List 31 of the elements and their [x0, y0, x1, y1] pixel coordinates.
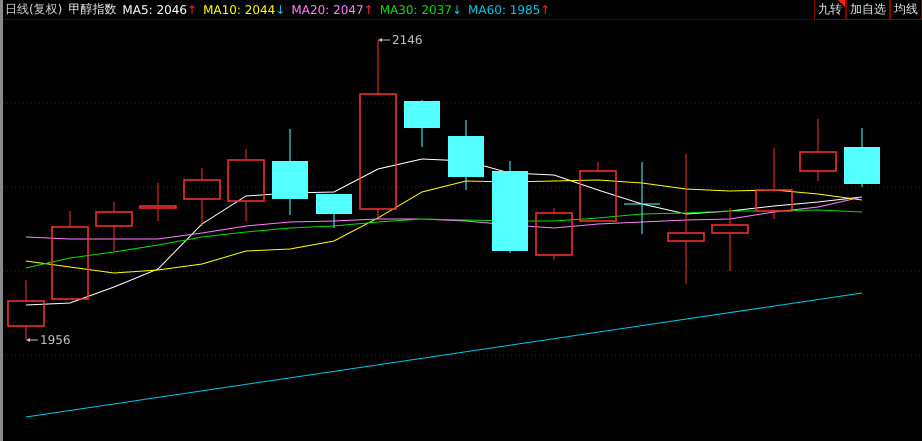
moving-average-reading: MA10: 2044 [203, 2, 276, 16]
trend-arrow: ↑ [364, 2, 374, 16]
period-label: 日线(复权) [5, 1, 62, 18]
instrument-name: 甲醇指数 [68, 1, 116, 18]
toolbar-button[interactable]: 九转 [814, 0, 846, 20]
moving-average-reading: MA20: 2047 [291, 2, 364, 16]
candlestick [799, 118, 837, 182]
trend-arrow: ↑ [540, 2, 550, 16]
candlestick [404, 100, 440, 148]
leader-arrow [378, 38, 390, 42]
candlestick [579, 162, 617, 222]
candlestick [711, 208, 749, 272]
candlestick [535, 208, 573, 260]
moving-average-reading: MA5: 2046 [122, 2, 187, 16]
candlestick [95, 202, 133, 252]
candlestick [316, 194, 352, 228]
trend-arrow: ↓ [452, 2, 462, 16]
trend-arrow: ↑ [187, 2, 198, 16]
low-price-label: 1956 [40, 333, 71, 347]
candlestick [183, 168, 221, 226]
toolbar-button[interactable]: 加自选 [846, 0, 890, 20]
toolbar-button[interactable]: 均线 [890, 0, 922, 20]
trend-arrow: ↓ [275, 2, 286, 16]
leader-arrow [26, 338, 38, 342]
candlestick [844, 128, 880, 188]
moving-average-reading: MA60: 1985 [468, 2, 540, 16]
candlestick [448, 120, 484, 190]
moving-average-reading: MA30: 2037 [380, 2, 452, 16]
candlestick [755, 148, 793, 220]
candlestick [139, 182, 177, 222]
high-price-label: 2146 [392, 33, 423, 47]
